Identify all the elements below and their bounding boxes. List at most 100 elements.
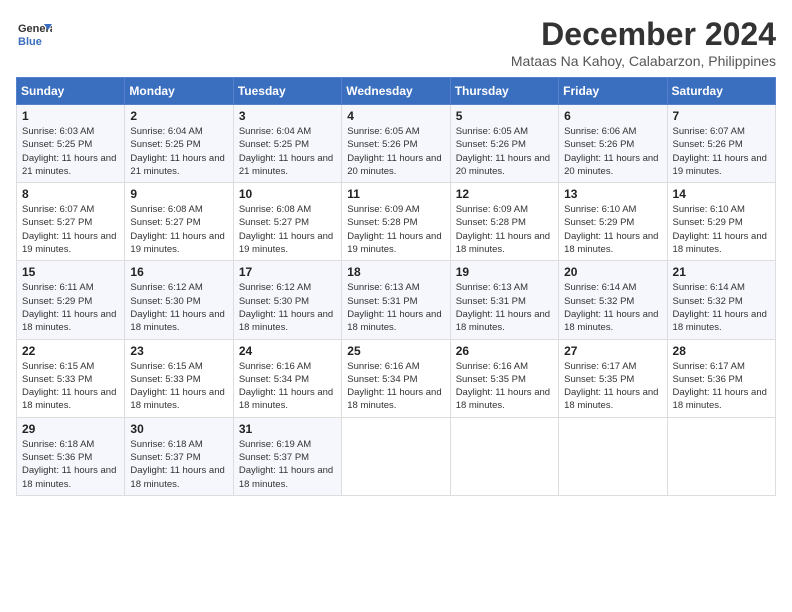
day-info: Sunrise: 6:08 AMSunset: 5:27 PMDaylight:… [239, 204, 333, 255]
day-info: Sunrise: 6:18 AMSunset: 5:37 PMDaylight:… [130, 439, 224, 490]
calendar-day-cell: 5 Sunrise: 6:05 AMSunset: 5:26 PMDayligh… [450, 105, 558, 183]
day-info: Sunrise: 6:13 AMSunset: 5:31 PMDaylight:… [347, 282, 441, 333]
calendar-day-cell: 18 Sunrise: 6:13 AMSunset: 5:31 PMDaylig… [342, 261, 450, 339]
calendar-day-cell: 1 Sunrise: 6:03 AMSunset: 5:25 PMDayligh… [17, 105, 125, 183]
day-number: 3 [239, 109, 336, 123]
calendar-header-day: Sunday [17, 78, 125, 105]
calendar-day-cell: 23 Sunrise: 6:15 AMSunset: 5:33 PMDaylig… [125, 339, 233, 417]
day-number: 19 [456, 265, 553, 279]
day-info: Sunrise: 6:17 AMSunset: 5:36 PMDaylight:… [673, 361, 767, 412]
day-info: Sunrise: 6:11 AMSunset: 5:29 PMDaylight:… [22, 282, 116, 333]
day-info: Sunrise: 6:18 AMSunset: 5:36 PMDaylight:… [22, 439, 116, 490]
calendar-day-cell: 30 Sunrise: 6:18 AMSunset: 5:37 PMDaylig… [125, 417, 233, 495]
calendar-day-cell: 20 Sunrise: 6:14 AMSunset: 5:32 PMDaylig… [559, 261, 667, 339]
day-number: 6 [564, 109, 661, 123]
day-info: Sunrise: 6:05 AMSunset: 5:26 PMDaylight:… [456, 126, 550, 177]
day-number: 23 [130, 344, 227, 358]
day-number: 25 [347, 344, 444, 358]
day-number: 11 [347, 187, 444, 201]
calendar-header-day: Saturday [667, 78, 775, 105]
calendar-day-cell: 27 Sunrise: 6:17 AMSunset: 5:35 PMDaylig… [559, 339, 667, 417]
day-number: 15 [22, 265, 119, 279]
calendar-day-cell: 16 Sunrise: 6:12 AMSunset: 5:30 PMDaylig… [125, 261, 233, 339]
calendar-day-cell: 31 Sunrise: 6:19 AMSunset: 5:37 PMDaylig… [233, 417, 341, 495]
day-info: Sunrise: 6:15 AMSunset: 5:33 PMDaylight:… [22, 361, 116, 412]
day-number: 20 [564, 265, 661, 279]
calendar-day-cell: 12 Sunrise: 6:09 AMSunset: 5:28 PMDaylig… [450, 183, 558, 261]
title-area: December 2024 Mataas Na Kahoy, Calabarzo… [511, 16, 776, 69]
day-number: 30 [130, 422, 227, 436]
calendar-week-row: 22 Sunrise: 6:15 AMSunset: 5:33 PMDaylig… [17, 339, 776, 417]
logo: General Blue [16, 16, 52, 52]
calendar-day-cell: 17 Sunrise: 6:12 AMSunset: 5:30 PMDaylig… [233, 261, 341, 339]
day-number: 8 [22, 187, 119, 201]
calendar-day-cell [667, 417, 775, 495]
calendar-day-cell: 28 Sunrise: 6:17 AMSunset: 5:36 PMDaylig… [667, 339, 775, 417]
day-number: 27 [564, 344, 661, 358]
calendar-day-cell: 25 Sunrise: 6:16 AMSunset: 5:34 PMDaylig… [342, 339, 450, 417]
calendar-week-row: 29 Sunrise: 6:18 AMSunset: 5:36 PMDaylig… [17, 417, 776, 495]
day-info: Sunrise: 6:10 AMSunset: 5:29 PMDaylight:… [564, 204, 658, 255]
day-info: Sunrise: 6:13 AMSunset: 5:31 PMDaylight:… [456, 282, 550, 333]
day-info: Sunrise: 6:16 AMSunset: 5:35 PMDaylight:… [456, 361, 550, 412]
calendar-day-cell: 2 Sunrise: 6:04 AMSunset: 5:25 PMDayligh… [125, 105, 233, 183]
calendar-week-row: 1 Sunrise: 6:03 AMSunset: 5:25 PMDayligh… [17, 105, 776, 183]
calendar-header-day: Wednesday [342, 78, 450, 105]
day-number: 4 [347, 109, 444, 123]
calendar-day-cell [450, 417, 558, 495]
day-number: 31 [239, 422, 336, 436]
day-number: 17 [239, 265, 336, 279]
calendar-day-cell: 26 Sunrise: 6:16 AMSunset: 5:35 PMDaylig… [450, 339, 558, 417]
day-number: 29 [22, 422, 119, 436]
day-number: 5 [456, 109, 553, 123]
calendar-day-cell: 14 Sunrise: 6:10 AMSunset: 5:29 PMDaylig… [667, 183, 775, 261]
svg-text:Blue: Blue [18, 36, 42, 48]
day-info: Sunrise: 6:12 AMSunset: 5:30 PMDaylight:… [239, 282, 333, 333]
day-number: 12 [456, 187, 553, 201]
calendar-day-cell: 13 Sunrise: 6:10 AMSunset: 5:29 PMDaylig… [559, 183, 667, 261]
day-number: 26 [456, 344, 553, 358]
day-info: Sunrise: 6:08 AMSunset: 5:27 PMDaylight:… [130, 204, 224, 255]
day-info: Sunrise: 6:14 AMSunset: 5:32 PMDaylight:… [673, 282, 767, 333]
day-number: 13 [564, 187, 661, 201]
day-number: 24 [239, 344, 336, 358]
day-number: 7 [673, 109, 770, 123]
day-info: Sunrise: 6:19 AMSunset: 5:37 PMDaylight:… [239, 439, 333, 490]
calendar-day-cell: 19 Sunrise: 6:13 AMSunset: 5:31 PMDaylig… [450, 261, 558, 339]
day-info: Sunrise: 6:04 AMSunset: 5:25 PMDaylight:… [239, 126, 333, 177]
calendar-day-cell: 4 Sunrise: 6:05 AMSunset: 5:26 PMDayligh… [342, 105, 450, 183]
calendar-day-cell: 3 Sunrise: 6:04 AMSunset: 5:25 PMDayligh… [233, 105, 341, 183]
day-info: Sunrise: 6:15 AMSunset: 5:33 PMDaylight:… [130, 361, 224, 412]
calendar-day-cell: 29 Sunrise: 6:18 AMSunset: 5:36 PMDaylig… [17, 417, 125, 495]
month-title: December 2024 [511, 16, 776, 53]
day-number: 28 [673, 344, 770, 358]
calendar-week-row: 8 Sunrise: 6:07 AMSunset: 5:27 PMDayligh… [17, 183, 776, 261]
calendar-day-cell: 9 Sunrise: 6:08 AMSunset: 5:27 PMDayligh… [125, 183, 233, 261]
day-info: Sunrise: 6:09 AMSunset: 5:28 PMDaylight:… [456, 204, 550, 255]
calendar-day-cell: 21 Sunrise: 6:14 AMSunset: 5:32 PMDaylig… [667, 261, 775, 339]
calendar-header-day: Friday [559, 78, 667, 105]
calendar-day-cell: 22 Sunrise: 6:15 AMSunset: 5:33 PMDaylig… [17, 339, 125, 417]
day-number: 9 [130, 187, 227, 201]
day-number: 22 [22, 344, 119, 358]
calendar-day-cell [342, 417, 450, 495]
calendar-header-day: Tuesday [233, 78, 341, 105]
day-info: Sunrise: 6:07 AMSunset: 5:27 PMDaylight:… [22, 204, 116, 255]
day-info: Sunrise: 6:09 AMSunset: 5:28 PMDaylight:… [347, 204, 441, 255]
calendar-table: SundayMondayTuesdayWednesdayThursdayFrid… [16, 77, 776, 496]
day-info: Sunrise: 6:16 AMSunset: 5:34 PMDaylight:… [347, 361, 441, 412]
day-info: Sunrise: 6:05 AMSunset: 5:26 PMDaylight:… [347, 126, 441, 177]
calendar-header-day: Thursday [450, 78, 558, 105]
day-number: 2 [130, 109, 227, 123]
calendar-header-day: Monday [125, 78, 233, 105]
calendar-day-cell: 24 Sunrise: 6:16 AMSunset: 5:34 PMDaylig… [233, 339, 341, 417]
day-info: Sunrise: 6:17 AMSunset: 5:35 PMDaylight:… [564, 361, 658, 412]
day-info: Sunrise: 6:07 AMSunset: 5:26 PMDaylight:… [673, 126, 767, 177]
calendar-day-cell: 15 Sunrise: 6:11 AMSunset: 5:29 PMDaylig… [17, 261, 125, 339]
calendar-day-cell: 6 Sunrise: 6:06 AMSunset: 5:26 PMDayligh… [559, 105, 667, 183]
day-number: 14 [673, 187, 770, 201]
day-info: Sunrise: 6:04 AMSunset: 5:25 PMDaylight:… [130, 126, 224, 177]
day-info: Sunrise: 6:12 AMSunset: 5:30 PMDaylight:… [130, 282, 224, 333]
day-number: 16 [130, 265, 227, 279]
calendar-week-row: 15 Sunrise: 6:11 AMSunset: 5:29 PMDaylig… [17, 261, 776, 339]
